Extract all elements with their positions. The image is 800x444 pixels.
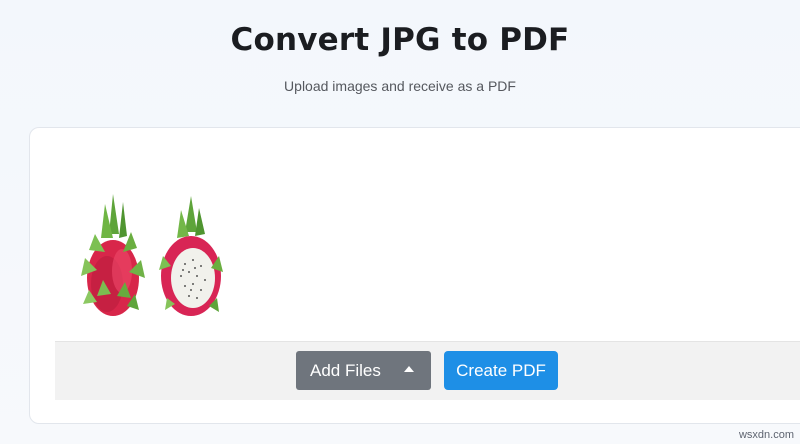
watermark: wsxdn.com	[738, 429, 794, 441]
create-pdf-button[interactable]: Create PDF	[444, 351, 558, 390]
page-title: Convert JPG to PDF	[230, 22, 570, 58]
caret-up-icon[interactable]	[404, 366, 414, 372]
page-subtitle: Upload images and receive as a PDF	[284, 78, 516, 94]
add-files-label: Add Files	[310, 361, 381, 380]
page: Convert JPG to PDF Upload images and rec…	[0, 0, 800, 444]
dragon-fruit-image	[81, 194, 223, 316]
add-files-button[interactable]: Add Files	[296, 351, 431, 390]
uploaded-image-thumbnail[interactable]	[67, 186, 239, 326]
